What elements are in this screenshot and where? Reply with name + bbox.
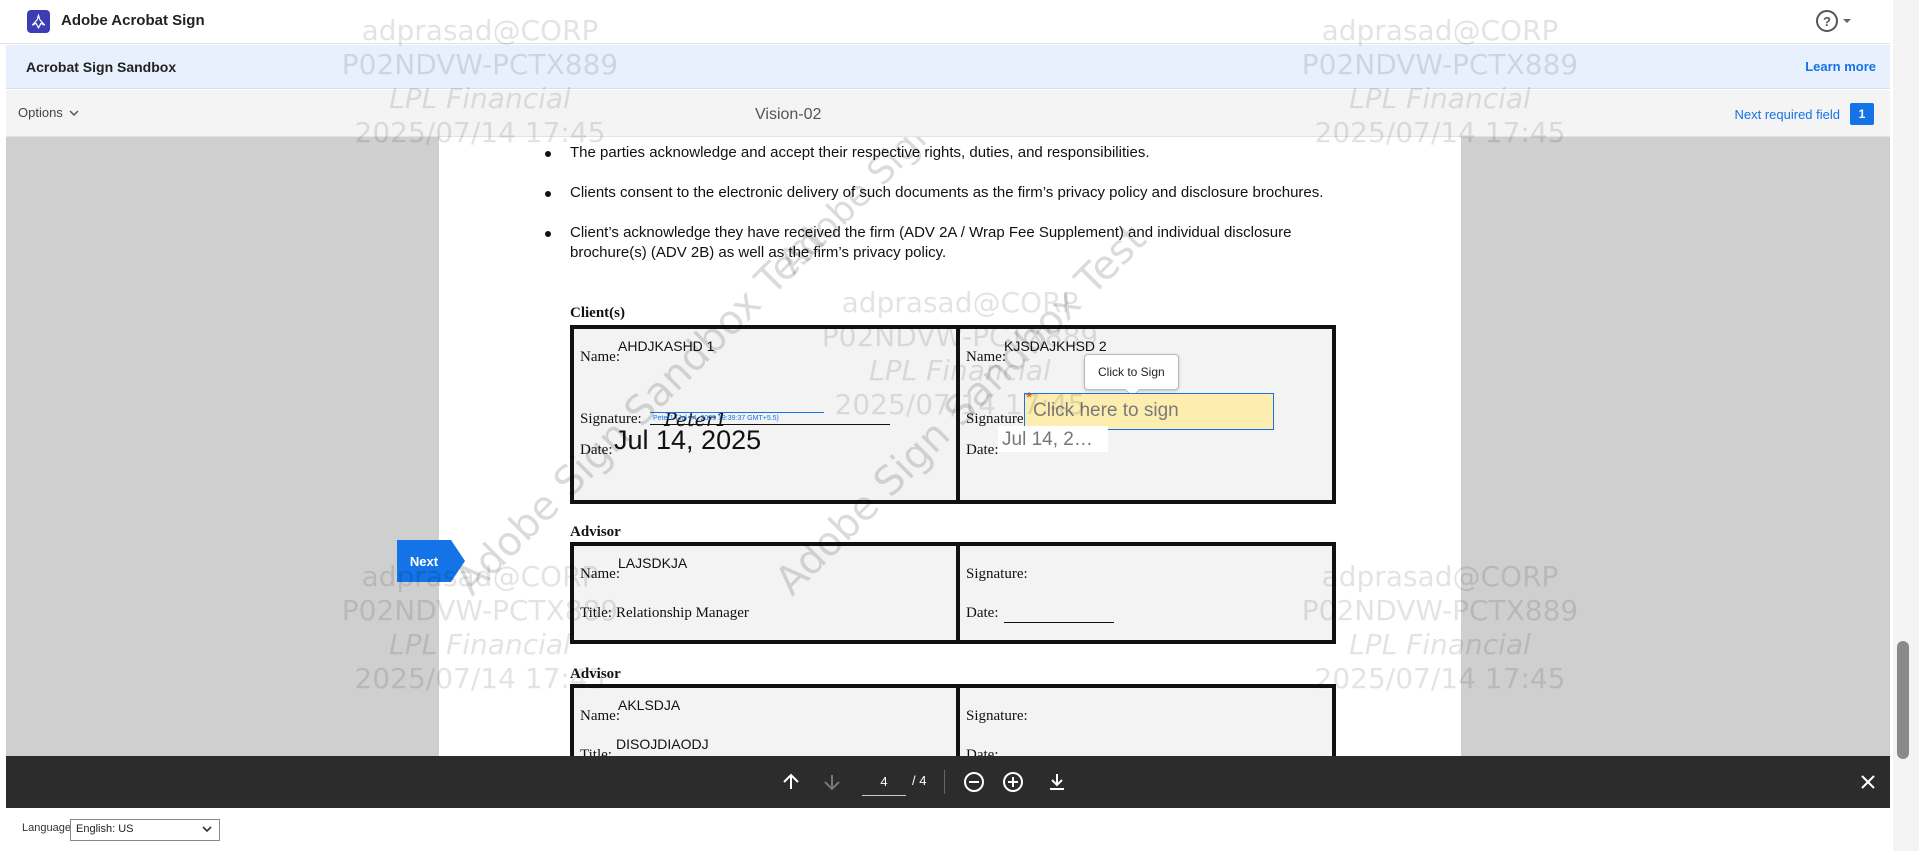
toolbar-divider <box>944 770 945 794</box>
zoom-out-icon <box>964 772 984 792</box>
chevron-down-icon <box>69 109 79 116</box>
zoom-in-button[interactable] <box>1001 770 1025 794</box>
download-button[interactable] <box>1045 770 1069 794</box>
title-label: Title: <box>580 605 612 621</box>
click-to-sign-tooltip: Click to Sign <box>1084 354 1179 390</box>
page-toolbar: 4 / 4 <box>6 756 1890 808</box>
document-title: Vision-02 <box>755 106 822 123</box>
chevron-down-icon <box>1843 19 1851 23</box>
client2-date-field: Jul 14, 2… <box>998 426 1108 452</box>
learn-more-link[interactable]: Learn more <box>1805 59 1876 74</box>
advisor2-name: AKLSDJA <box>618 697 681 713</box>
advisor1-heading: Advisor <box>570 524 621 540</box>
sign-here-field[interactable]: * Click here to sign <box>1024 390 1274 430</box>
options-menu[interactable]: Options <box>18 105 79 120</box>
previous-page-button[interactable] <box>779 770 803 794</box>
zoom-in-icon <box>1003 772 1023 792</box>
app-header: Adobe Acrobat Sign ? <box>0 0 1890 44</box>
next-required-field[interactable]: Next required field 1 <box>1735 103 1874 125</box>
clients-heading: Client(s) <box>570 305 625 321</box>
signature-stamp: Peter1 (Jul 14, 2025 19:39:37 GMT+5.5) <box>653 415 779 422</box>
client1-name: AHDJKASHD 1 <box>618 338 715 354</box>
advisor2-cell: Name: AKLSDJA Title: DISOJDIAODJ <box>570 684 960 756</box>
zoom-out-button[interactable] <box>962 770 986 794</box>
advisor1-title: Relationship Manager <box>616 605 749 621</box>
client1-cell: Name: AHDJKASHD 1 Signature: Peter1 Pete… <box>570 325 960 504</box>
arrow-up-icon <box>783 773 799 789</box>
next-required-label[interactable]: Next required field <box>1735 107 1841 122</box>
date-label: Date: <box>580 442 613 458</box>
language-value: English: US <box>76 823 134 835</box>
advisor2-title: DISOJDIAODJ <box>616 736 709 752</box>
help-icon[interactable]: ? <box>1816 10 1838 32</box>
date-line <box>1004 622 1114 623</box>
help-menu[interactable]: ? <box>1816 10 1852 32</box>
name-label: Name: <box>966 349 1006 365</box>
arrow-down-icon <box>824 775 840 791</box>
signature-label: Signature: <box>966 708 1028 724</box>
bullet-list: The parties acknowledge and accept their… <box>542 143 1362 283</box>
app-title: Adobe Acrobat Sign <box>61 12 205 29</box>
download-icon <box>1050 774 1064 790</box>
page-number-input[interactable]: 4 <box>862 768 906 796</box>
signature-label: Signature: <box>966 566 1028 582</box>
client2-cell: Name: KJSDAJKHSD 2 Click to Sign Signatu… <box>956 325 1336 504</box>
advisor1-sign-cell: Signature: Date: <box>956 542 1336 644</box>
client2-name: KJSDAJKHSD 2 <box>1004 338 1107 354</box>
page-total: / 4 <box>912 773 927 788</box>
options-label: Options <box>18 105 63 120</box>
options-bar: Options Vision-02 Next required field 1 <box>6 90 1890 137</box>
required-count-badge: 1 <box>1850 103 1874 125</box>
sign-here-placeholder: Click here to sign <box>1033 400 1179 421</box>
next-page-button[interactable] <box>820 770 844 794</box>
name-label: Name: <box>580 349 620 365</box>
date-label: Date: <box>966 605 999 621</box>
required-star-icon: * <box>1026 390 1033 407</box>
next-button[interactable]: Next <box>397 540 465 582</box>
list-item: The parties acknowledge and accept their… <box>542 143 1362 163</box>
chevron-down-icon <box>202 826 212 833</box>
sandbox-banner: Acrobat Sign Sandbox Learn more <box>6 45 1890 89</box>
advisor2-heading: Advisor <box>570 666 621 682</box>
name-label: Name: <box>580 708 620 724</box>
document-viewer[interactable]: The parties acknowledge and accept their… <box>6 137 1890 756</box>
name-label: Name: <box>580 566 620 582</box>
banner-title: Acrobat Sign Sandbox <box>26 59 177 75</box>
advisor1-cell: Name: LAJSDKJA Title: Relationship Manag… <box>570 542 960 644</box>
date-label: Date: <box>966 442 999 458</box>
footer: Language English: US <box>6 808 1890 851</box>
list-item: Client’s acknowledge they have received … <box>542 223 1362 263</box>
document-page: The parties acknowledge and accept their… <box>439 137 1461 756</box>
client1-date: Jul 14, 2025 <box>614 425 762 455</box>
scrollbar-thumb[interactable] <box>1897 641 1909 759</box>
list-item: Clients consent to the electronic delive… <box>542 183 1362 203</box>
title-label: Title: <box>580 747 612 756</box>
language-select[interactable]: English: US <box>70 819 220 841</box>
close-icon <box>1861 775 1875 789</box>
advisor2-sign-cell: Signature: Date: <box>956 684 1336 756</box>
advisor1-name: LAJSDKJA <box>618 555 688 571</box>
close-toolbar-button[interactable] <box>1856 770 1880 794</box>
signature-underline <box>650 412 824 413</box>
language-label: Language <box>22 822 71 834</box>
acrobat-logo-icon <box>27 10 50 33</box>
date-label: Date: <box>966 747 999 756</box>
